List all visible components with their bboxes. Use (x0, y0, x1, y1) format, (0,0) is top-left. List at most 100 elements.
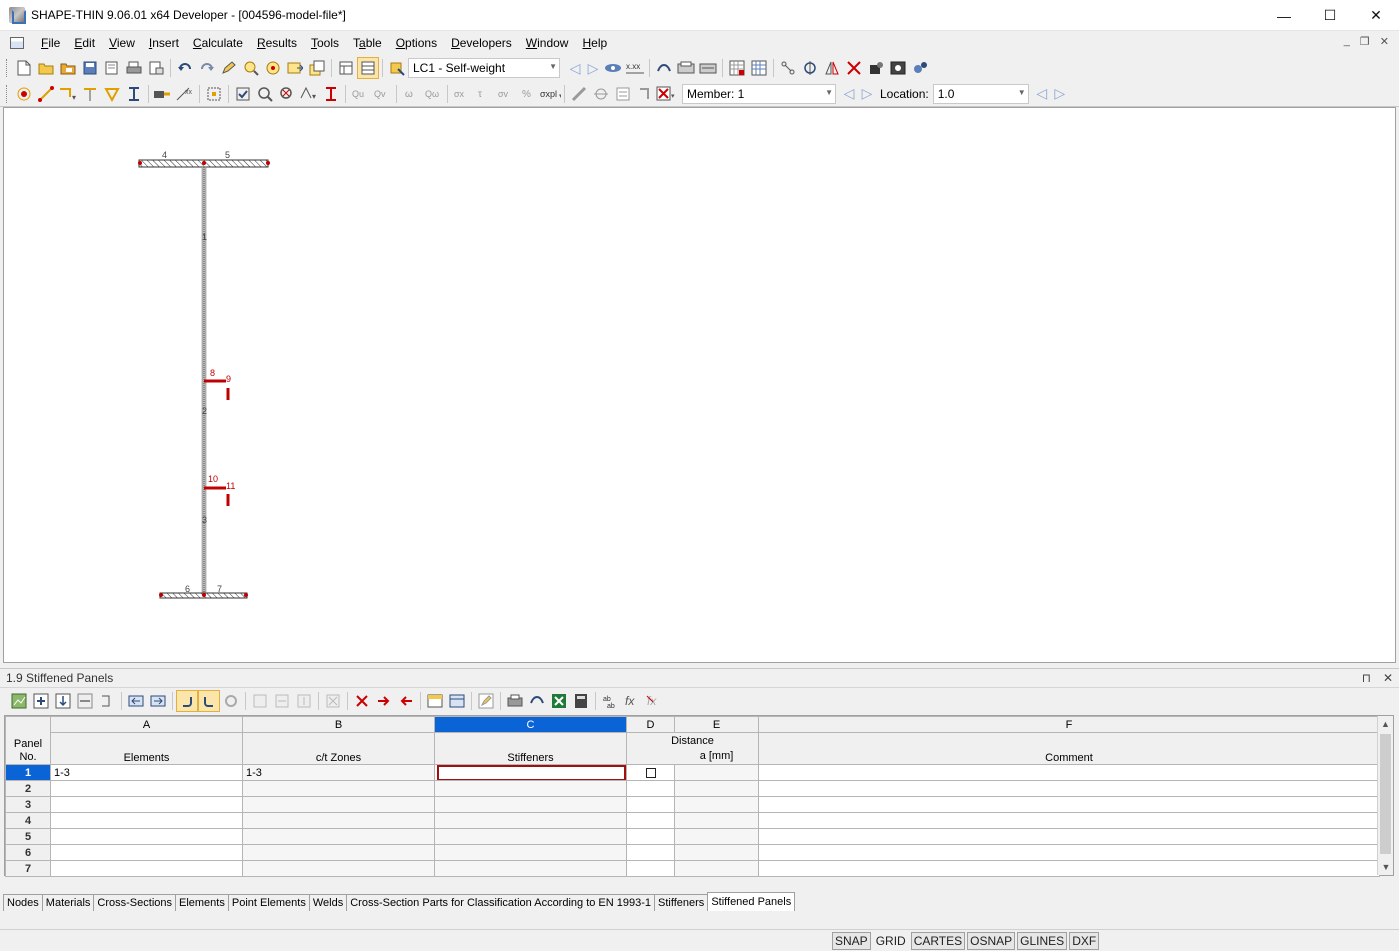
section-icon[interactable] (123, 83, 145, 105)
menu-window[interactable]: Window (519, 36, 576, 50)
next-member-icon[interactable]: ▷ (858, 84, 876, 104)
glines-toggle[interactable]: GLINES (1017, 932, 1068, 950)
distance-a-cell[interactable] (674, 780, 759, 797)
document-icon[interactable] (10, 37, 24, 49)
tab-welds[interactable]: Welds (308, 894, 348, 911)
insert-below-icon[interactable] (52, 690, 74, 712)
zoom-all-icon[interactable] (262, 57, 284, 79)
table-row[interactable]: 7 (5, 860, 1380, 877)
print-table-icon[interactable] (504, 690, 526, 712)
clear-filter-icon[interactable] (322, 690, 344, 712)
section-parts-icon[interactable] (634, 83, 656, 105)
move-right-icon[interactable] (147, 690, 169, 712)
elements-cell[interactable] (50, 812, 243, 829)
close-button[interactable]: ✕ (1353, 0, 1399, 31)
vertical-scrollbar[interactable]: ▲ ▼ (1377, 716, 1393, 875)
distance-a-cell[interactable] (674, 764, 759, 781)
tab-elements[interactable]: Elements (175, 894, 229, 911)
menu-file[interactable]: File (34, 36, 67, 50)
qv-icon[interactable]: Qv (371, 83, 393, 105)
move-icon[interactable] (777, 57, 799, 79)
row-number[interactable]: 1 (5, 764, 51, 781)
ct-zones-cell[interactable] (242, 844, 435, 861)
comment-cell[interactable] (758, 796, 1380, 813)
menu-insert[interactable]: Insert (142, 36, 186, 50)
stiffeners-cell[interactable] (434, 812, 627, 829)
pin-icon[interactable]: ⊓ (1362, 671, 1371, 685)
open-project-icon[interactable] (57, 57, 79, 79)
tab-materials[interactable]: Materials (41, 894, 95, 911)
rotate-icon[interactable] (799, 57, 821, 79)
move-left-icon[interactable] (125, 690, 147, 712)
distance-checkbox-cell[interactable] (626, 764, 675, 781)
comment-cell[interactable] (758, 844, 1380, 861)
formula-icon[interactable]: fx (621, 690, 643, 712)
check-icon[interactable] (232, 83, 254, 105)
insert-row-icon[interactable] (30, 690, 52, 712)
weld-icon[interactable] (101, 83, 123, 105)
settings-gears-icon[interactable] (909, 57, 931, 79)
menu-edit[interactable]: Edit (67, 36, 102, 50)
table-icon[interactable] (335, 57, 357, 79)
node-icon[interactable] (13, 83, 35, 105)
mirror-icon[interactable] (821, 57, 843, 79)
model-view-icon[interactable] (653, 57, 675, 79)
tab-point-elements[interactable]: Point Elements (227, 894, 310, 911)
ibeam-icon[interactable] (320, 83, 342, 105)
tab-stiffeners[interactable]: Stiffeners (654, 894, 709, 911)
print-report-icon[interactable] (675, 57, 697, 79)
sigma-x-icon[interactable]: σx (451, 83, 473, 105)
stiffeners-cell[interactable] (434, 796, 627, 813)
elements-cell[interactable] (50, 828, 243, 845)
delete-selection-icon[interactable] (351, 690, 373, 712)
graphics-canvas[interactable]: 4 5 1 8 9 2 10 11 3 6 7 (3, 107, 1396, 663)
menu-help[interactable]: Help (575, 36, 614, 50)
column-letter-d[interactable]: D (626, 716, 675, 733)
elements-cell[interactable] (50, 796, 243, 813)
select-all-icon[interactable] (96, 690, 118, 712)
find-icon[interactable] (254, 83, 276, 105)
snap-toggle[interactable]: SNAP (832, 932, 871, 950)
comment-cell[interactable] (758, 860, 1380, 877)
comment-cell[interactable] (758, 828, 1380, 845)
table-graphic-icon[interactable] (8, 690, 30, 712)
distance-a-cell[interactable] (674, 812, 759, 829)
edit-dialog-icon[interactable] (475, 690, 497, 712)
print-graphic-icon[interactable] (145, 57, 167, 79)
ct-zones-cell[interactable] (242, 860, 435, 877)
result-values-icon[interactable]: x.xx (624, 57, 646, 79)
table-row[interactable]: 6 (5, 844, 1380, 861)
percent-icon[interactable]: % (517, 83, 539, 105)
edit-icon[interactable] (218, 57, 240, 79)
mdi-minimize-button[interactable]: _ (1344, 35, 1350, 48)
element-polyline-icon[interactable]: ▾ (57, 83, 79, 105)
column-letter-a[interactable]: A (50, 716, 243, 733)
node-point[interactable] (244, 593, 248, 597)
osnap-toggle[interactable]: OSNAP (967, 932, 1016, 950)
menu-calculate[interactable]: Calculate (186, 36, 250, 50)
pan-icon[interactable] (284, 57, 306, 79)
elements-cell[interactable] (50, 860, 243, 877)
show-results-icon[interactable] (602, 57, 624, 79)
member-combo[interactable]: Member: 1 ▼ (682, 83, 836, 104)
undo-icon[interactable] (174, 57, 196, 79)
comment-cell[interactable] (758, 780, 1380, 797)
distance-checkbox-cell[interactable] (626, 828, 675, 845)
distance-a-cell[interactable] (674, 828, 759, 845)
menu-results[interactable]: Results (250, 36, 304, 50)
dimension-icon[interactable]: xx (174, 83, 196, 105)
ct-zones-cell[interactable] (242, 812, 435, 829)
row-number[interactable]: 2 (5, 780, 51, 797)
column-letter-c[interactable]: C (434, 716, 627, 733)
toolbar-grip[interactable] (6, 84, 9, 103)
ct-zones-cell[interactable] (242, 796, 435, 813)
stiffeners-cell[interactable] (434, 844, 627, 861)
menu-developers[interactable]: Developers (444, 36, 519, 50)
row-number[interactable]: 5 (5, 828, 51, 845)
redo-icon[interactable] (196, 57, 218, 79)
clear-formula-icon[interactable]: fx (643, 690, 665, 712)
grid-points-icon[interactable] (748, 57, 770, 79)
mdi-close-button[interactable]: ✕ (1380, 35, 1389, 48)
delete-icon[interactable] (843, 57, 865, 79)
node-point[interactable] (202, 593, 206, 597)
